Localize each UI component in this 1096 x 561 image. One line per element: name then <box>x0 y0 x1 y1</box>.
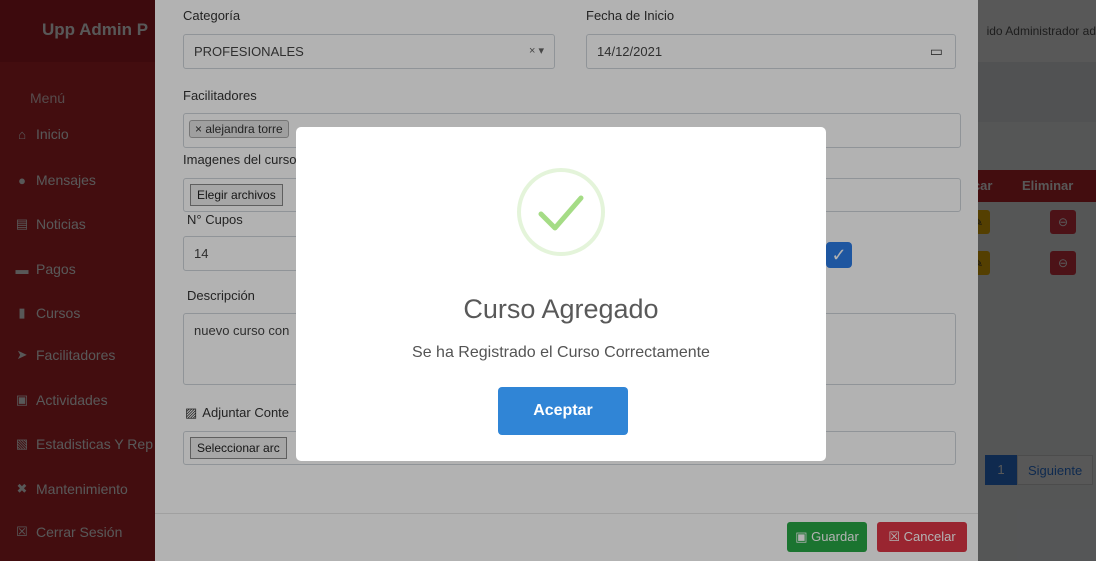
aceptar-button[interactable]: Aceptar <box>498 387 628 435</box>
success-check-icon <box>517 168 605 256</box>
success-alert-dialog: Curso Agregado Se ha Registrado el Curso… <box>296 127 826 461</box>
alert-title: Curso Agregado <box>463 294 659 324</box>
check-mark-icon <box>538 195 584 231</box>
alert-message: Se ha Registrado el Curso Correctamente <box>412 344 710 361</box>
